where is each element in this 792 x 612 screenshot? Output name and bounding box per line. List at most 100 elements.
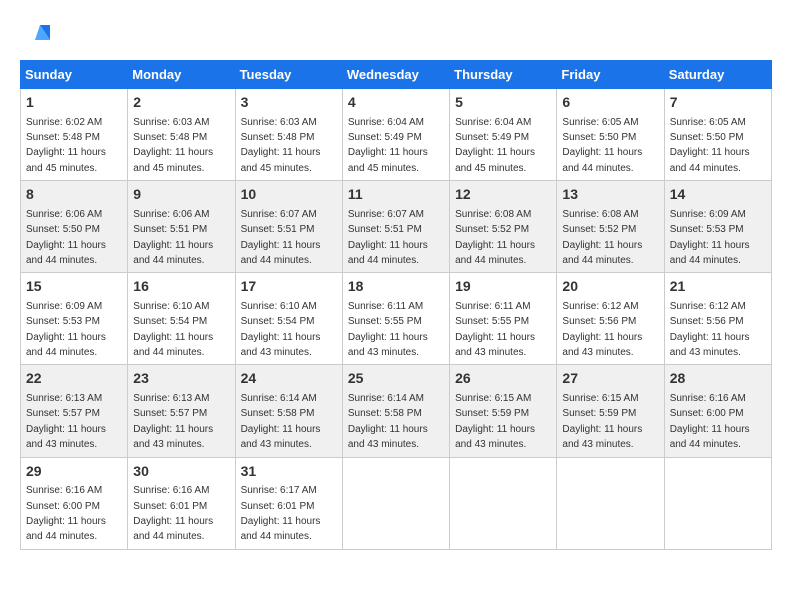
day-info: Sunrise: 6:16 AM Sunset: 6:01 PM Dayligh… bbox=[133, 485, 213, 542]
day-info: Sunrise: 6:13 AM Sunset: 5:57 PM Dayligh… bbox=[133, 393, 213, 450]
logo bbox=[20, 20, 54, 50]
day-number: 18 bbox=[348, 277, 444, 297]
day-cell: 27 Sunrise: 6:15 AM Sunset: 5:59 PM Dayli… bbox=[557, 365, 664, 457]
day-cell: 5 Sunrise: 6:04 AM Sunset: 5:49 PM Daylig… bbox=[450, 89, 557, 181]
day-number: 25 bbox=[348, 369, 444, 389]
day-info: Sunrise: 6:04 AM Sunset: 5:49 PM Dayligh… bbox=[455, 117, 535, 174]
day-cell: 31 Sunrise: 6:17 AM Sunset: 6:01 PM Dayli… bbox=[235, 457, 342, 549]
week-row-2: 8 Sunrise: 6:06 AM Sunset: 5:50 PM Daylig… bbox=[21, 181, 772, 273]
day-info: Sunrise: 6:13 AM Sunset: 5:57 PM Dayligh… bbox=[26, 393, 106, 450]
header-wednesday: Wednesday bbox=[342, 61, 449, 89]
day-info: Sunrise: 6:15 AM Sunset: 5:59 PM Dayligh… bbox=[562, 393, 642, 450]
day-info: Sunrise: 6:16 AM Sunset: 6:00 PM Dayligh… bbox=[26, 485, 106, 542]
day-cell bbox=[664, 457, 771, 549]
day-number: 21 bbox=[670, 277, 766, 297]
header-thursday: Thursday bbox=[450, 61, 557, 89]
day-cell: 14 Sunrise: 6:09 AM Sunset: 5:53 PM Dayli… bbox=[664, 181, 771, 273]
day-cell: 9 Sunrise: 6:06 AM Sunset: 5:51 PM Daylig… bbox=[128, 181, 235, 273]
calendar-table: SundayMondayTuesdayWednesdayThursdayFrid… bbox=[20, 60, 772, 550]
day-number: 19 bbox=[455, 277, 551, 297]
day-cell: 24 Sunrise: 6:14 AM Sunset: 5:58 PM Dayli… bbox=[235, 365, 342, 457]
day-info: Sunrise: 6:06 AM Sunset: 5:51 PM Dayligh… bbox=[133, 209, 213, 266]
day-number: 7 bbox=[670, 93, 766, 113]
day-number: 17 bbox=[241, 277, 337, 297]
day-cell: 17Sunrise: 6:10 AM Sunset: 5:54 PM Dayli… bbox=[235, 273, 342, 365]
day-number: 3 bbox=[241, 93, 337, 113]
day-info: Sunrise: 6:12 AM Sunset: 5:56 PM Dayligh… bbox=[562, 301, 642, 358]
day-info: Sunrise: 6:05 AM Sunset: 5:50 PM Dayligh… bbox=[562, 117, 642, 174]
day-number: 2 bbox=[133, 93, 229, 113]
day-info: Sunrise: 6:16 AM Sunset: 6:00 PM Dayligh… bbox=[670, 393, 750, 450]
day-info: Sunrise: 6:12 AM Sunset: 5:56 PM Dayligh… bbox=[670, 301, 750, 358]
day-number: 5 bbox=[455, 93, 551, 113]
day-cell bbox=[342, 457, 449, 549]
day-cell: 25 Sunrise: 6:14 AM Sunset: 5:58 PM Dayli… bbox=[342, 365, 449, 457]
header-row: SundayMondayTuesdayWednesdayThursdayFrid… bbox=[21, 61, 772, 89]
day-number: 10 bbox=[241, 185, 337, 205]
day-number: 26 bbox=[455, 369, 551, 389]
day-info: Sunrise: 6:14 AM Sunset: 5:58 PM Dayligh… bbox=[348, 393, 428, 450]
day-number: 14 bbox=[670, 185, 766, 205]
day-cell: 20 Sunrise: 6:12 AM Sunset: 5:56 PM Dayli… bbox=[557, 273, 664, 365]
day-info: Sunrise: 6:08 AM Sunset: 5:52 PM Dayligh… bbox=[455, 209, 535, 266]
day-number: 4 bbox=[348, 93, 444, 113]
day-cell: 10Sunrise: 6:07 AM Sunset: 5:51 PM Dayli… bbox=[235, 181, 342, 273]
day-cell: 7Sunrise: 6:05 AM Sunset: 5:50 PM Daylig… bbox=[664, 89, 771, 181]
day-info: Sunrise: 6:14 AM Sunset: 5:58 PM Dayligh… bbox=[241, 393, 321, 450]
day-number: 13 bbox=[562, 185, 658, 205]
day-cell: 28 Sunrise: 6:16 AM Sunset: 6:00 PM Dayli… bbox=[664, 365, 771, 457]
header-sunday: Sunday bbox=[21, 61, 128, 89]
day-info: Sunrise: 6:09 AM Sunset: 5:53 PM Dayligh… bbox=[670, 209, 750, 266]
week-row-3: 15 Sunrise: 6:09 AM Sunset: 5:53 PM Dayli… bbox=[21, 273, 772, 365]
day-info: Sunrise: 6:07 AM Sunset: 5:51 PM Dayligh… bbox=[348, 209, 428, 266]
day-info: Sunrise: 6:04 AM Sunset: 5:49 PM Dayligh… bbox=[348, 117, 428, 174]
day-cell: 19Sunrise: 6:11 AM Sunset: 5:55 PM Dayli… bbox=[450, 273, 557, 365]
day-cell: 29 Sunrise: 6:16 AM Sunset: 6:00 PM Dayli… bbox=[21, 457, 128, 549]
week-row-1: 1 Sunrise: 6:02 AM Sunset: 5:48 PM Daylig… bbox=[21, 89, 772, 181]
day-number: 1 bbox=[26, 93, 122, 113]
day-info: Sunrise: 6:17 AM Sunset: 6:01 PM Dayligh… bbox=[241, 485, 321, 542]
day-info: Sunrise: 6:15 AM Sunset: 5:59 PM Dayligh… bbox=[455, 393, 535, 450]
header-saturday: Saturday bbox=[664, 61, 771, 89]
day-cell: 4 Sunrise: 6:04 AM Sunset: 5:49 PM Daylig… bbox=[342, 89, 449, 181]
day-cell: 26 Sunrise: 6:15 AM Sunset: 5:59 PM Dayli… bbox=[450, 365, 557, 457]
day-cell: 8 Sunrise: 6:06 AM Sunset: 5:50 PM Daylig… bbox=[21, 181, 128, 273]
header-friday: Friday bbox=[557, 61, 664, 89]
day-info: Sunrise: 6:09 AM Sunset: 5:53 PM Dayligh… bbox=[26, 301, 106, 358]
day-number: 29 bbox=[26, 462, 122, 482]
day-number: 6 bbox=[562, 93, 658, 113]
day-cell: 30 Sunrise: 6:16 AM Sunset: 6:01 PM Dayli… bbox=[128, 457, 235, 549]
day-info: Sunrise: 6:03 AM Sunset: 5:48 PM Dayligh… bbox=[133, 117, 213, 174]
day-number: 20 bbox=[562, 277, 658, 297]
day-cell: 13 Sunrise: 6:08 AM Sunset: 5:52 PM Dayli… bbox=[557, 181, 664, 273]
day-number: 30 bbox=[133, 462, 229, 482]
day-number: 9 bbox=[133, 185, 229, 205]
day-number: 31 bbox=[241, 462, 337, 482]
day-cell: 15 Sunrise: 6:09 AM Sunset: 5:53 PM Dayli… bbox=[21, 273, 128, 365]
day-cell: 23 Sunrise: 6:13 AM Sunset: 5:57 PM Dayli… bbox=[128, 365, 235, 457]
week-row-5: 29 Sunrise: 6:16 AM Sunset: 6:00 PM Dayli… bbox=[21, 457, 772, 549]
day-info: Sunrise: 6:06 AM Sunset: 5:50 PM Dayligh… bbox=[26, 209, 106, 266]
day-info: Sunrise: 6:02 AM Sunset: 5:48 PM Dayligh… bbox=[26, 117, 106, 174]
day-number: 28 bbox=[670, 369, 766, 389]
day-number: 23 bbox=[133, 369, 229, 389]
day-cell bbox=[557, 457, 664, 549]
day-cell: 2 Sunrise: 6:03 AM Sunset: 5:48 PM Daylig… bbox=[128, 89, 235, 181]
day-number: 12 bbox=[455, 185, 551, 205]
day-cell: 12 Sunrise: 6:08 AM Sunset: 5:52 PM Dayli… bbox=[450, 181, 557, 273]
day-number: 8 bbox=[26, 185, 122, 205]
day-info: Sunrise: 6:10 AM Sunset: 5:54 PM Dayligh… bbox=[133, 301, 213, 358]
day-cell: 6 Sunrise: 6:05 AM Sunset: 5:50 PM Daylig… bbox=[557, 89, 664, 181]
day-cell: 18Sunrise: 6:11 AM Sunset: 5:55 PM Dayli… bbox=[342, 273, 449, 365]
day-number: 27 bbox=[562, 369, 658, 389]
day-number: 24 bbox=[241, 369, 337, 389]
week-row-4: 22Sunrise: 6:13 AM Sunset: 5:57 PM Dayli… bbox=[21, 365, 772, 457]
header-tuesday: Tuesday bbox=[235, 61, 342, 89]
page-header bbox=[20, 20, 772, 50]
header-monday: Monday bbox=[128, 61, 235, 89]
day-info: Sunrise: 6:03 AM Sunset: 5:48 PM Dayligh… bbox=[241, 117, 321, 174]
day-cell: 16Sunrise: 6:10 AM Sunset: 5:54 PM Dayli… bbox=[128, 273, 235, 365]
day-cell: 11Sunrise: 6:07 AM Sunset: 5:51 PM Dayli… bbox=[342, 181, 449, 273]
day-number: 15 bbox=[26, 277, 122, 297]
day-info: Sunrise: 6:08 AM Sunset: 5:52 PM Dayligh… bbox=[562, 209, 642, 266]
